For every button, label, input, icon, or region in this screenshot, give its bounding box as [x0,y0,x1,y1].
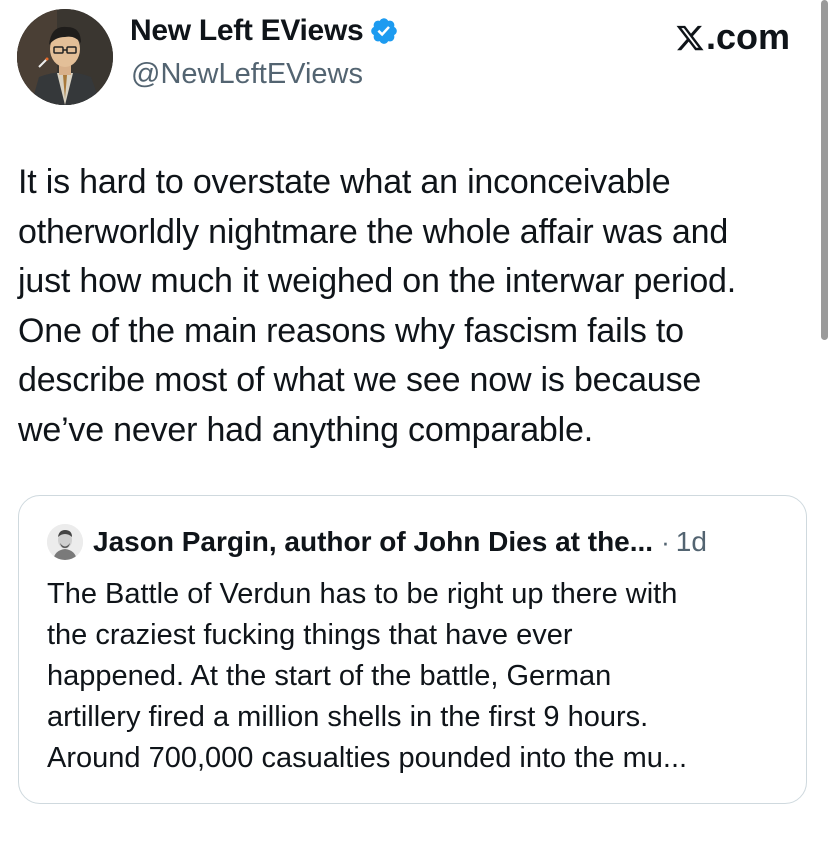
tweet-line: we’ve never had anything comparable. [18,410,593,449]
quote-line: happened. At the start of the battle, Ge… [47,660,612,692]
tweet-line: One of the main reasons why fascism fail… [18,311,684,350]
author-handle[interactable]: @NewLeftEViews [131,58,363,91]
tweet-line: It is hard to overstate what an inconcei… [18,163,671,201]
x-logo-icon [676,25,704,51]
scrollbar-thumb[interactable] [821,0,828,340]
brand-domain-label: .com [705,16,790,57]
quote-line: the craziest fucking things that have ev… [47,619,573,651]
author-display-name[interactable]: New Left EViews [130,14,364,48]
avatar-illustration [17,9,113,105]
brand-watermark: .com [675,16,790,58]
quoted-author-avatar[interactable] [47,524,83,560]
quote-line: Around 700,000 casualties pounded into t… [47,742,688,774]
quoted-author-name[interactable]: Jason Pargin, author of John Dies at the… [93,526,653,558]
author-name-row: New Left EViews [130,14,399,48]
quoted-tweet-body: The Battle of Verdun has to be right up … [47,574,797,779]
tweet-line: describe most of what we see now is beca… [18,361,702,399]
tweet-line: otherworldly nightmare the whole affair … [18,212,729,251]
meta-separator: · [661,526,670,557]
verified-badge-icon [371,18,398,44]
tweet-line: just how much it weighed on the interwar… [18,262,737,300]
quote-line: The Battle of Verdun has to be right up … [47,578,678,610]
quoted-tweet-header: Jason Pargin, author of John Dies at the… [47,524,707,560]
author-avatar[interactable] [17,9,113,105]
quoted-avatar-illustration [47,524,83,560]
tweet-body: It is hard to overstate what an inconcei… [18,158,818,455]
quoted-tweet-card[interactable]: Jason Pargin, author of John Dies at the… [18,495,807,804]
quoted-timestamp[interactable]: 1d [676,526,707,558]
quote-line: artillery fired a million shells in the … [47,701,649,733]
